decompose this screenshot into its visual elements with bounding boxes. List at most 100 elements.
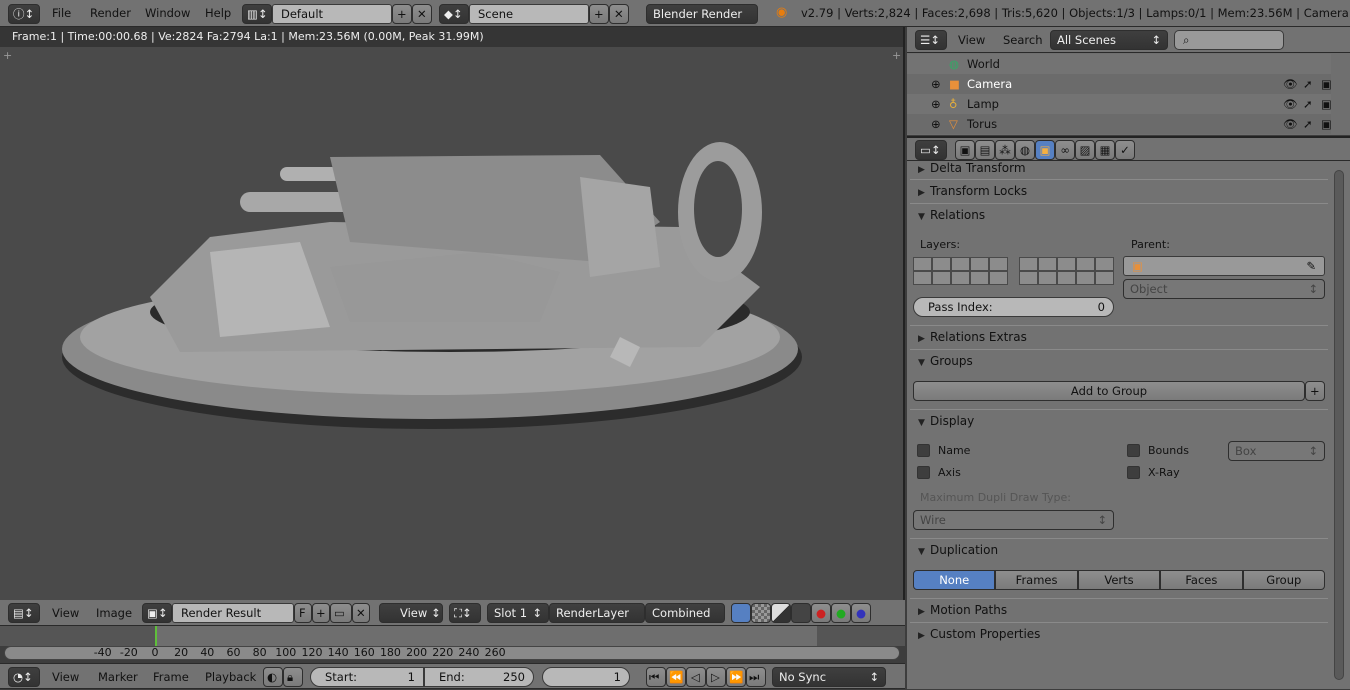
outliner-search-input[interactable]: ⌕: [1174, 30, 1284, 50]
max-dupli-select[interactable]: Wire ↕: [913, 510, 1114, 530]
layer-toggle[interactable]: [951, 271, 970, 285]
menu-frame[interactable]: Frame: [153, 664, 189, 690]
menu-render[interactable]: Render: [90, 0, 131, 26]
render-layer-select[interactable]: RenderLayer↕: [549, 603, 645, 623]
jump-end-icon[interactable]: ⏭: [746, 667, 766, 687]
menu-view[interactable]: View: [958, 27, 985, 53]
panel-transform-locks[interactable]: ▶ Transform Locks: [910, 179, 1328, 201]
menu-view[interactable]: View: [52, 664, 79, 690]
parent-type-select[interactable]: Object ↕: [1123, 279, 1325, 299]
menu-view[interactable]: View: [52, 600, 79, 626]
close-icon[interactable]: ✕: [609, 4, 629, 24]
slot-select[interactable]: Slot 1 ↕: [487, 603, 549, 623]
corner-widget-icon[interactable]: +: [892, 49, 901, 62]
expand-icon[interactable]: ⊕: [931, 94, 941, 114]
fake-user-button[interactable]: F: [294, 603, 312, 623]
layer-toggle[interactable]: [932, 271, 951, 285]
corner-widget-icon[interactable]: +: [3, 49, 12, 62]
3d-viewport[interactable]: Frame:1 | Time:00:00.68 | Ve:2824 Fa:279…: [0, 27, 905, 600]
layer-toggle[interactable]: [989, 257, 1008, 271]
select-cursor-icon[interactable]: ➚: [1303, 74, 1313, 94]
render-pass-select[interactable]: Combined↕: [645, 603, 725, 623]
outliner-item-camera[interactable]: ⊕ ■ Camera 👁︎ ➚ ▣: [907, 74, 1332, 94]
red-channel-icon[interactable]: ●: [811, 603, 831, 623]
timeline-icon[interactable]: ◔↕: [8, 667, 40, 687]
add-to-group-button[interactable]: Add to Group: [913, 381, 1305, 401]
layer-toggle[interactable]: [932, 257, 951, 271]
render-camera-icon[interactable]: ▣: [1321, 114, 1332, 134]
layer-toggle[interactable]: [913, 271, 932, 285]
layer-toggle[interactable]: [951, 257, 970, 271]
layout-field[interactable]: Default: [272, 4, 392, 24]
prev-keyframe-icon[interactable]: ⏪: [666, 667, 686, 687]
bounds-checkbox[interactable]: [1127, 444, 1140, 457]
panel-relations-extras[interactable]: ▶ Relations Extras: [910, 325, 1328, 347]
display-mode-select[interactable]: All Scenes ↕: [1050, 30, 1168, 50]
expand-icon[interactable]: ⊕: [931, 114, 941, 134]
bounds-type-select[interactable]: Box ↕: [1228, 441, 1325, 461]
timeline-area[interactable]: [0, 626, 905, 646]
play-icon[interactable]: ▷: [706, 667, 726, 687]
panel-delta-transform[interactable]: ▶ Delta Transform: [910, 157, 1328, 179]
add-icon[interactable]: +: [1305, 381, 1325, 401]
duplication-verts-button[interactable]: Verts: [1077, 570, 1161, 590]
properties-scrollbar[interactable]: [1334, 170, 1344, 680]
layer-toggle[interactable]: [1019, 271, 1038, 285]
visibility-eye-icon[interactable]: 👁︎: [1283, 94, 1298, 114]
layer-toggle[interactable]: [970, 271, 989, 285]
pivot-icon[interactable]: ⛶↕: [449, 603, 481, 623]
layer-toggle[interactable]: [1076, 271, 1095, 285]
select-cursor-icon[interactable]: ➚: [1303, 114, 1313, 134]
blue-channel-icon[interactable]: ●: [851, 603, 871, 623]
current-frame-field[interactable]: 1: [542, 667, 630, 687]
close-icon[interactable]: ✕: [352, 603, 370, 623]
keyframe-icon[interactable]: ◐: [263, 667, 283, 687]
menu-playback[interactable]: Playback: [205, 664, 256, 690]
end-frame-field[interactable]: End: 250: [424, 667, 534, 687]
panel-relations[interactable]: ▼ Relations: [910, 203, 1328, 225]
green-channel-icon[interactable]: ●: [831, 603, 851, 623]
layer-toggle[interactable]: [989, 271, 1008, 285]
duplication-faces-button[interactable]: Faces: [1160, 570, 1243, 590]
xray-checkbox[interactable]: [1127, 466, 1140, 479]
layer-toggle[interactable]: [1057, 257, 1076, 271]
panel-custom-properties[interactable]: ▶ Custom Properties: [910, 622, 1328, 644]
panel-display[interactable]: ▼ Display: [910, 409, 1328, 431]
visibility-eye-icon[interactable]: 👁︎: [1283, 114, 1298, 134]
layer-toggle[interactable]: [1095, 271, 1114, 285]
menu-marker[interactable]: Marker: [98, 664, 138, 690]
duplication-frames-button[interactable]: Frames: [995, 570, 1078, 590]
outliner-item-torus[interactable]: ⊕ ▽ Torus 👁︎ ➚ ▣: [907, 114, 1332, 134]
layer-toggle[interactable]: [913, 257, 932, 271]
layer-toggle[interactable]: [1038, 257, 1057, 271]
image-browse-button[interactable]: ▣↕: [142, 603, 172, 623]
visibility-eye-icon[interactable]: 👁︎: [1283, 74, 1298, 94]
image-name-field[interactable]: Render Result: [172, 603, 294, 623]
lock-icon[interactable]: 🔒︎: [283, 667, 303, 687]
layer-toggle[interactable]: [1038, 271, 1057, 285]
layer-toggle[interactable]: [1057, 271, 1076, 285]
expand-icon[interactable]: ⊕: [931, 74, 941, 94]
layout-icon-button[interactable]: ▥↕: [242, 4, 272, 24]
pass-index-field[interactable]: Pass Index: 0: [913, 297, 1114, 317]
panel-groups[interactable]: ▼ Groups: [910, 349, 1328, 371]
menu-window[interactable]: Window: [145, 0, 190, 26]
alpha-icon[interactable]: [751, 603, 771, 623]
name-checkbox[interactable]: [917, 444, 930, 457]
layer-toggle[interactable]: [970, 257, 989, 271]
scene-icon-button[interactable]: ◆↕: [439, 4, 469, 24]
duplication-none-button[interactable]: None: [913, 570, 996, 590]
duplication-group-button[interactable]: Group: [1242, 570, 1325, 590]
close-icon[interactable]: ✕: [412, 4, 432, 24]
color-alpha-icon[interactable]: [731, 603, 751, 623]
menu-search[interactable]: Search: [1003, 27, 1043, 53]
menu-file[interactable]: File: [52, 0, 71, 26]
new-image-icon[interactable]: +: [312, 603, 330, 623]
outliner-item-lamp[interactable]: ⊕ ♁ Lamp 👁︎ ➚ ▣: [907, 94, 1332, 114]
render-camera-icon[interactable]: ▣: [1321, 94, 1332, 114]
editor-type-button[interactable]: ⓘ↕: [8, 4, 40, 24]
render-camera-icon[interactable]: ▣: [1321, 74, 1332, 94]
axis-checkbox[interactable]: [917, 466, 930, 479]
z-buffer-icon[interactable]: [771, 603, 791, 623]
play-reverse-icon[interactable]: ◁: [686, 667, 706, 687]
